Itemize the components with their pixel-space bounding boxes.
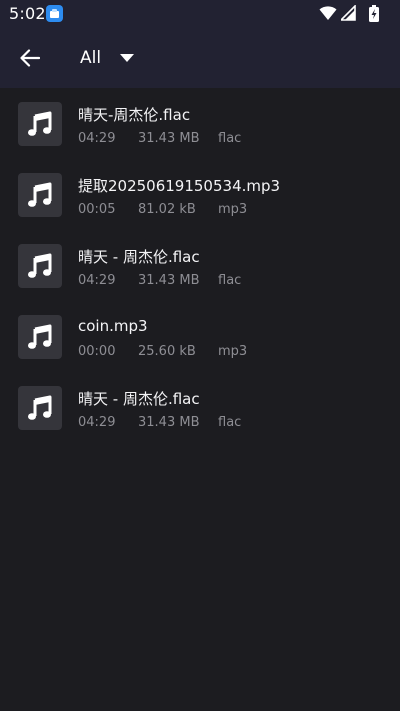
file-list-item[interactable]: 晴天 - 周杰伦.flac 04:29 31.43 MB flac xyxy=(0,372,400,443)
music-note-icon xyxy=(28,324,52,349)
battery-charging-icon xyxy=(369,5,379,22)
top-app-bar: All xyxy=(0,28,400,88)
app-notification-icon xyxy=(46,5,63,22)
file-format: flac xyxy=(218,131,242,146)
file-name: coin.mp3 xyxy=(78,317,148,335)
file-list: 晴天-周杰伦.flac 04:29 31.43 MB flac 提取202506… xyxy=(0,88,400,443)
file-duration: 04:29 xyxy=(78,131,116,146)
filter-label: All xyxy=(80,48,102,68)
file-duration: 04:29 xyxy=(78,273,116,288)
file-thumbnail xyxy=(18,315,62,359)
status-bar: 5:02 xyxy=(0,0,400,28)
file-size: 31.43 MB xyxy=(138,273,200,288)
status-time: 5:02 xyxy=(9,4,46,23)
filter-dropdown[interactable]: All xyxy=(72,40,152,76)
file-name: 提取20250619150534.mp3 xyxy=(78,177,281,195)
file-list-item[interactable]: coin.mp3 00:00 25.60 kB mp3 xyxy=(0,301,400,372)
file-format: mp3 xyxy=(218,344,248,359)
file-format: flac xyxy=(218,415,242,430)
file-name: 晴天 - 周杰伦.flac xyxy=(78,390,200,408)
music-note-icon xyxy=(28,395,52,420)
dropdown-caret-icon xyxy=(120,54,134,62)
file-duration: 00:05 xyxy=(78,202,116,217)
wifi-icon xyxy=(319,6,337,20)
cellular-signal-icon xyxy=(341,5,356,21)
file-size: 31.43 MB xyxy=(138,415,200,430)
music-note-icon xyxy=(28,111,52,136)
file-size: 25.60 kB xyxy=(138,344,196,359)
file-thumbnail xyxy=(18,386,62,430)
file-list-item[interactable]: 晴天 - 周杰伦.flac 04:29 31.43 MB flac xyxy=(0,230,400,301)
file-size: 81.02 kB xyxy=(138,202,196,217)
back-button[interactable] xyxy=(12,40,48,76)
file-thumbnail xyxy=(18,244,62,288)
file-duration: 04:29 xyxy=(78,415,116,430)
file-format: mp3 xyxy=(218,202,248,217)
file-thumbnail xyxy=(18,173,62,217)
file-name: 晴天-周杰伦.flac xyxy=(78,106,191,124)
file-thumbnail xyxy=(18,102,62,146)
file-list-item[interactable]: 晴天-周杰伦.flac 04:29 31.43 MB flac xyxy=(0,88,400,159)
music-note-icon xyxy=(28,253,52,278)
file-list-item[interactable]: 提取20250619150534.mp3 00:05 81.02 kB mp3 xyxy=(0,159,400,230)
file-name: 晴天 - 周杰伦.flac xyxy=(78,248,200,266)
file-format: flac xyxy=(218,273,242,288)
music-note-icon xyxy=(28,182,52,207)
arrow-left-icon xyxy=(20,49,40,67)
file-size: 31.43 MB xyxy=(138,131,200,146)
file-duration: 00:00 xyxy=(78,344,116,359)
